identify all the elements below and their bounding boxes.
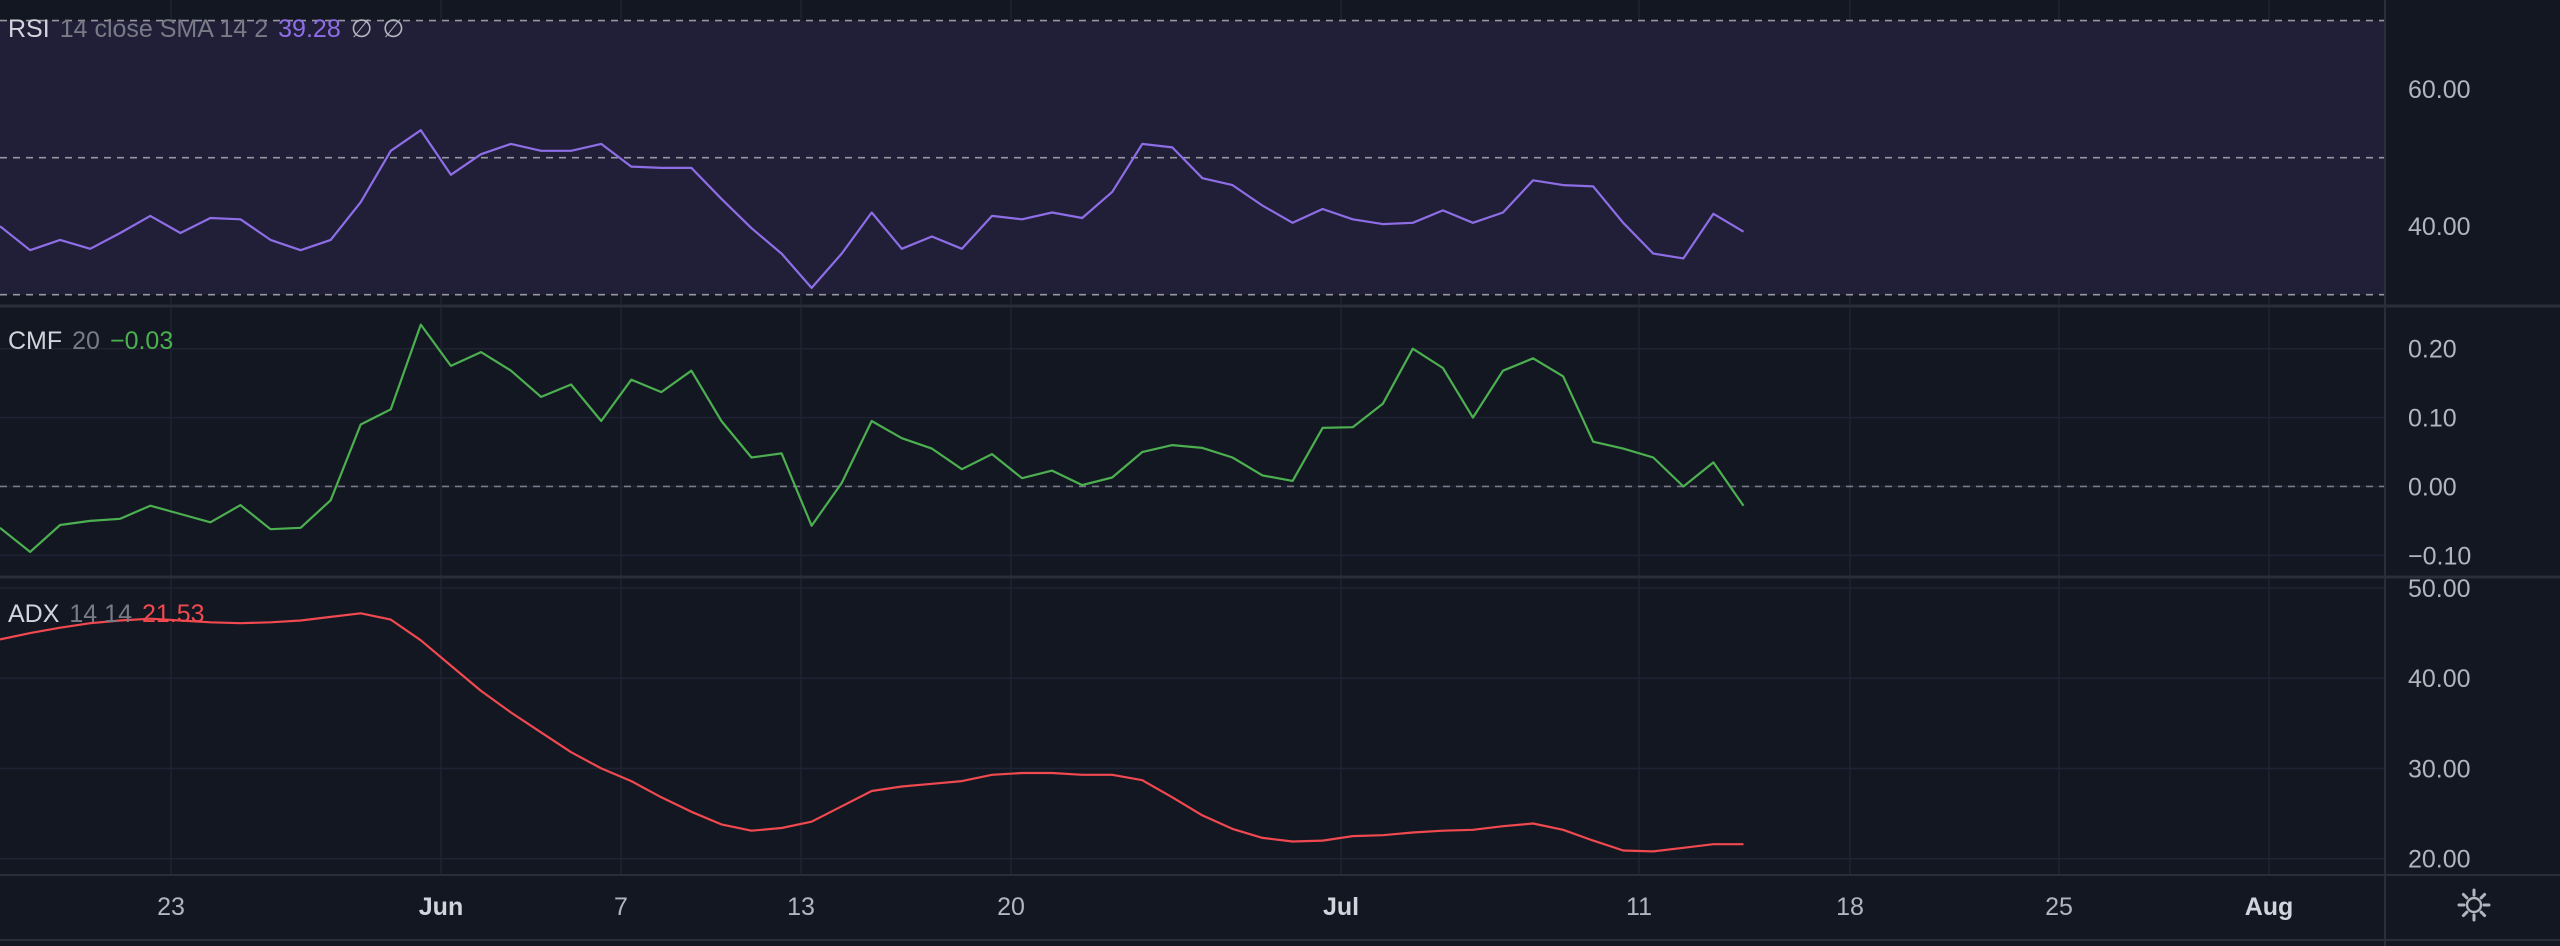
rsi-legend-params: 14 close SMA 14 2: [59, 15, 269, 43]
cmf-legend: CMF 20 −0.03: [8, 327, 173, 356]
x-tick-label-2: 7: [614, 893, 628, 921]
settings-gear-icon[interactable]: [2457, 888, 2491, 922]
rsi-y-tick-label-1: 40.00: [2408, 213, 2471, 241]
x-tick-label-5: Jul: [1323, 893, 1359, 921]
indicator-chart[interactable]: 60.00 40.00 0.20 0.10 0.00 −0.10 50.00 40.00 30.…: [0, 0, 2560, 946]
x-tick-label-9: Aug: [2245, 893, 2294, 921]
x-tick-label-3: 13: [787, 893, 815, 921]
x-tick-label-4: 20: [997, 893, 1025, 921]
rsi-legend: RSI 14 close SMA 14 2 39.28 ∅ ∅: [8, 14, 404, 44]
x-tick-label-8: 25: [2045, 893, 2073, 921]
adx-y-tick-label-1: 40.00: [2408, 665, 2471, 693]
adx-y-tick-label-3: 20.00: [2408, 846, 2471, 874]
adx-legend-name: ADX: [8, 600, 60, 628]
cmf-y-tick-label-0: 0.20: [2408, 336, 2457, 364]
rsi-legend-extra-2: ∅: [382, 15, 405, 43]
cmf-legend-value: −0.03: [109, 327, 174, 355]
rsi-y-tick-label-0: 60.00: [2408, 76, 2471, 104]
cmf-y-tick-label-3: −0.10: [2408, 542, 2471, 570]
adx-legend-params: 14 14: [69, 600, 132, 628]
rsi-legend-value: 39.28: [278, 15, 341, 43]
x-tick-label-0: 23: [157, 893, 185, 921]
x-tick-label-6: 11: [1626, 893, 1652, 921]
cmf-legend-name: CMF: [8, 327, 63, 355]
cmf-y-tick-label-2: 0.00: [2408, 473, 2457, 501]
adx-y-tick-label-2: 30.00: [2408, 755, 2471, 783]
rsi-legend-name: RSI: [8, 15, 50, 43]
x-tick-label-1: Jun: [419, 893, 463, 921]
adx-y-tick-label-0: 50.00: [2408, 575, 2471, 603]
adx-legend-value: 21.53: [141, 600, 205, 628]
cmf-legend-params: 20: [72, 327, 100, 355]
cmf-y-tick-label-1: 0.10: [2408, 405, 2457, 433]
adx-legend: ADX 14 14 21.53: [8, 600, 205, 629]
rsi-legend-extra-1: ∅: [350, 15, 373, 43]
x-tick-label-7: 18: [1836, 893, 1864, 921]
